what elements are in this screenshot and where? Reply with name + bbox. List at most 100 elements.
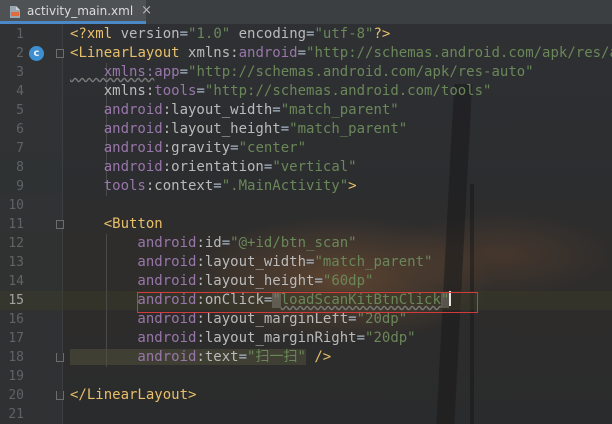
editor-tab-bar: activity_main.xml × xyxy=(0,0,612,25)
code-token: version xyxy=(120,26,180,42)
line-number: 1 xyxy=(16,27,24,42)
code-token: android xyxy=(238,45,298,61)
code-text: <?xml version="1.0" encoding="utf-8"?> xyxy=(70,25,390,44)
code-token: android xyxy=(70,140,163,156)
tab-activity-main-xml[interactable]: activity_main.xml × xyxy=(0,0,152,24)
code-token: ?> xyxy=(373,26,391,42)
line-number: 7 xyxy=(16,141,24,156)
code-line-21[interactable]: 21 xyxy=(0,405,612,424)
code-token: = xyxy=(179,26,189,42)
code-line-1[interactable]: 1 <?xml version="1.0" encoding="utf-8"?> xyxy=(0,25,612,44)
line-number: 19 xyxy=(8,369,24,384)
code-token: = xyxy=(213,178,222,194)
line-number: 15 xyxy=(8,293,24,308)
code-line-11[interactable]: 11 <Button xyxy=(0,215,612,234)
code-token: </ xyxy=(70,387,87,403)
code-token: android xyxy=(70,330,197,346)
code-text: android:layout_height="60dp" xyxy=(70,272,373,291)
code-token: < xyxy=(70,216,113,232)
code-line-2[interactable]: 2 c <LinearLayout xmlns:android="http://sc… xyxy=(0,44,612,63)
code-line-20[interactable]: 20 </LinearLayout> xyxy=(0,386,612,405)
line-number: 13 xyxy=(8,255,24,270)
line-number: 14 xyxy=(8,274,24,289)
code-line-5[interactable]: 5 android:layout_width="match_parent" xyxy=(0,101,612,120)
code-token: "match_parent" xyxy=(314,254,433,270)
code-text: android:layout_marginRight="20dp" xyxy=(70,329,416,348)
line-number: 12 xyxy=(8,236,24,251)
code-line-8[interactable]: 8 android:orientation="vertical" xyxy=(0,158,612,177)
fold-marker-icon[interactable] xyxy=(56,353,64,362)
code-token: "http://schemas.android.com/tools" xyxy=(204,83,492,99)
code-line-9[interactable]: 9 tools:context=".MainActivity"> xyxy=(0,177,612,196)
code-line-13[interactable]: 13 android:layout_width="match_parent" xyxy=(0,253,612,272)
code-token: android xyxy=(70,159,163,175)
code-token: "20dp" xyxy=(356,311,408,327)
code-token: "match_parent" xyxy=(289,121,408,137)
code-token: android xyxy=(70,235,197,251)
code-token: = xyxy=(297,45,307,61)
code-line-19[interactable]: 19 xyxy=(0,367,612,386)
code-line-3[interactable]: 3 xmlns:app="http://schemas.android.com/… xyxy=(0,63,612,82)
code-line-17[interactable]: 17 android:layout_marginRight="20dp" xyxy=(0,329,612,348)
code-token: > xyxy=(188,387,197,403)
code-token: Button xyxy=(112,216,163,232)
code-token: android xyxy=(70,273,197,289)
close-icon[interactable]: × xyxy=(141,4,152,17)
code-text: </LinearLayout> xyxy=(70,386,196,405)
code-text: android:text="扫一扫" /> xyxy=(70,348,331,367)
code-token: LinearLayout xyxy=(78,45,189,61)
code-token: android xyxy=(70,254,197,270)
code-line-4[interactable]: 4 xmlns:tools="http://schemas.android.co… xyxy=(0,82,612,101)
line-number: 10 xyxy=(8,198,24,213)
code-token: "@+id/btn_scan" xyxy=(230,235,357,251)
code-token: xmlns: xyxy=(70,83,155,99)
line-number: 3 xyxy=(16,65,24,80)
code-token: = xyxy=(280,121,290,137)
code-token: xmlns: xyxy=(188,45,239,61)
code-text: android:layout_height="match_parent" xyxy=(70,120,407,139)
code-line-18[interactable]: 18 android:text="扫一扫" /> xyxy=(0,348,612,367)
code-text: android:id="@+id/btn_scan" xyxy=(70,234,357,253)
code-token: app xyxy=(154,64,180,80)
code-line-14[interactable]: 14 android:layout_height="60dp" xyxy=(0,272,612,291)
line-number: 8 xyxy=(16,160,24,175)
code-text: xmlns:tools="http://schemas.android.com/… xyxy=(70,82,492,101)
code-line-12[interactable]: 12 android:id="@+id/btn_scan" xyxy=(0,234,612,253)
code-token: ".MainActivity" xyxy=(221,178,349,194)
code-text: tools:context=".MainActivity"> xyxy=(70,177,357,196)
code-text: <Button xyxy=(70,215,163,234)
code-token: :gravity xyxy=(162,140,231,156)
code-line-7[interactable]: 7 android:gravity="center" xyxy=(0,139,612,158)
code-token: "扫一扫" xyxy=(247,349,306,365)
code-token: "http://schemas.android.com/apk/res/andr… xyxy=(306,45,612,61)
code-token: = xyxy=(356,330,366,346)
line-number: 6 xyxy=(16,122,24,137)
code-token: "20dp" xyxy=(365,330,416,346)
code-token: android xyxy=(70,349,197,365)
highlight-box xyxy=(137,292,478,313)
code-token: = xyxy=(272,102,281,118)
code-token: :orientation xyxy=(162,159,264,175)
code-token: xmlns: xyxy=(70,64,155,80)
code-token: :context xyxy=(145,178,214,194)
code-token: LinearLayout xyxy=(86,387,189,403)
code-token: "60dp" xyxy=(322,273,374,289)
fold-marker-icon[interactable] xyxy=(56,49,64,58)
code-token: = xyxy=(196,83,205,99)
code-editor[interactable]: 1 <?xml version="1.0" encoding="utf-8"?> 2… xyxy=(0,24,612,424)
fold-marker-icon[interactable] xyxy=(56,391,64,400)
xml-file-icon xyxy=(9,4,21,18)
code-token: :layout_height xyxy=(196,273,315,289)
code-text: android:orientation="vertical" xyxy=(70,158,357,177)
code-token: = xyxy=(179,64,189,80)
code-token: "center" xyxy=(238,140,307,156)
class-c-icon[interactable]: c xyxy=(29,46,44,61)
code-line-10[interactable]: 10 xyxy=(0,196,612,215)
code-token: xml xyxy=(86,26,121,42)
fold-marker-icon[interactable] xyxy=(56,220,64,229)
code-text: android:layout_width="match_parent" xyxy=(70,101,399,120)
code-token: :layout_width xyxy=(196,254,307,270)
code-line-6[interactable]: 6 android:layout_height="match_parent" xyxy=(0,120,612,139)
code-token: = xyxy=(314,273,323,289)
code-token: android xyxy=(70,311,197,327)
